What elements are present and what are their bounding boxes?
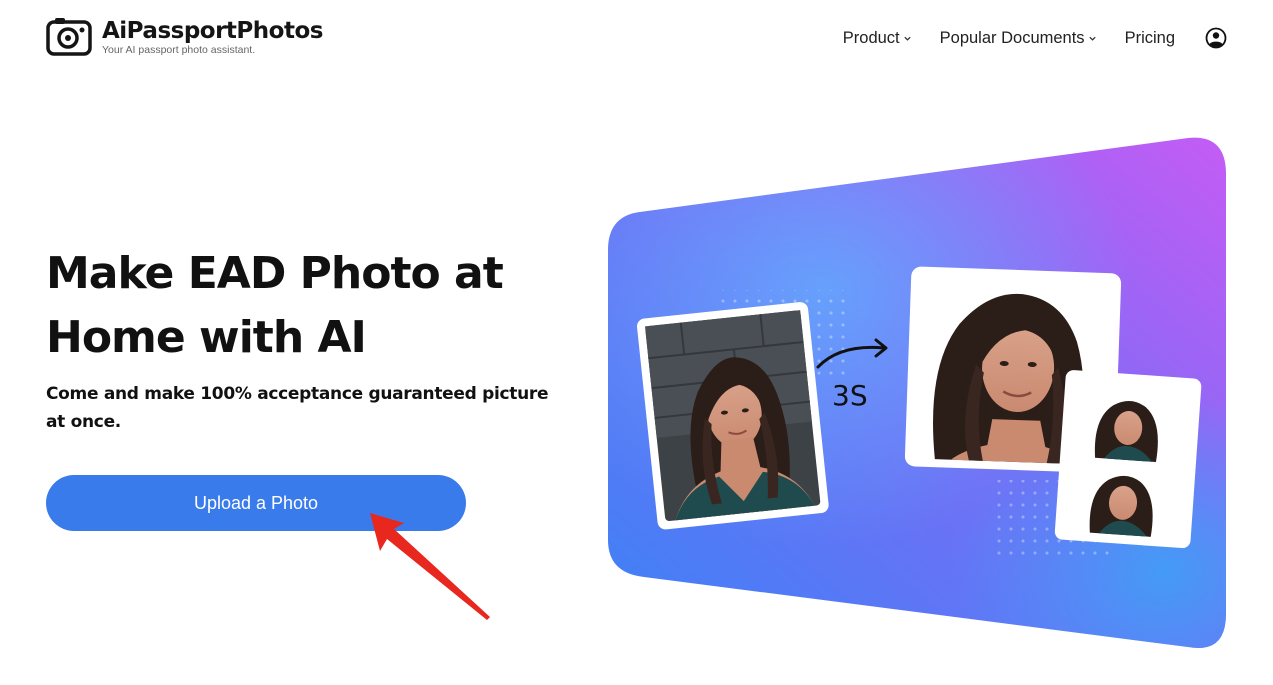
print-sheet-card xyxy=(1054,370,1202,549)
chevron-down-icon xyxy=(1088,36,1096,41)
hero-title: Make EAD Photo at Home with AI xyxy=(46,242,566,370)
red-arrow-annotation xyxy=(370,513,490,620)
main-nav: Product Popular Documents Pricing xyxy=(843,26,1227,50)
chevron-down-icon xyxy=(903,36,911,41)
user-circle-icon[interactable] xyxy=(1205,27,1227,49)
nav-item-popular-documents[interactable]: Popular Documents xyxy=(940,29,1097,48)
brand-name: AiPassportPhotos xyxy=(102,18,323,44)
nav-item-product[interactable]: Product xyxy=(843,29,912,48)
brand-logo[interactable]: AiPassportPhotos Your AI passport photo … xyxy=(46,16,323,57)
nav-item-pricing[interactable]: Pricing xyxy=(1125,29,1175,48)
brand-tagline: Your AI passport photo assistant. xyxy=(102,44,256,56)
nav-item-label: Popular Documents xyxy=(939,28,1085,47)
hero-subtitle: Come and make 100% acceptance guaranteed… xyxy=(46,384,549,432)
hero-title-line-2: Home with AI xyxy=(46,312,367,363)
process-time-label: 3S xyxy=(832,379,868,412)
original-photo-card xyxy=(637,302,829,530)
nav-item-label: Pricing xyxy=(1124,28,1175,47)
nav-item-label: Product xyxy=(842,28,900,47)
hero-illustration: 3S xyxy=(608,137,1226,649)
camera-logo-icon xyxy=(46,18,92,56)
hero-title-line-1: Make EAD Photo at xyxy=(46,248,504,299)
